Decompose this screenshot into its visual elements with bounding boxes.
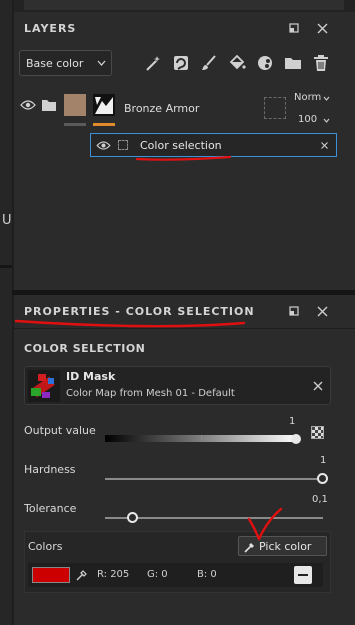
layer-mask-thumbnail — [93, 94, 115, 116]
header-separator — [14, 328, 355, 329]
paint-brush-icon[interactable] — [199, 53, 219, 73]
color-g-value: G: 0 — [147, 569, 168, 580]
color-entry-row: R: 205 G: 0 B: 0 — [28, 563, 323, 587]
minus-icon — [298, 574, 308, 576]
trash-icon[interactable] — [311, 53, 331, 73]
side-letter: U — [2, 213, 12, 228]
hardness-label: Hardness — [24, 463, 76, 476]
opacity-chevron-icon — [323, 118, 330, 123]
output-value-number: 1 — [289, 416, 296, 427]
undock-icon[interactable] — [287, 21, 301, 35]
blend-chevron-icon — [323, 96, 330, 101]
add-effect-icon[interactable] — [171, 53, 191, 73]
section-title: COLOR SELECTION — [24, 342, 146, 355]
chevron-down-icon — [97, 60, 106, 66]
smart-material-icon[interactable] — [255, 53, 275, 73]
output-gradient-tick — [201, 435, 202, 442]
color-r-value: R: 205 — [97, 569, 130, 580]
id-mask-thumbnail — [28, 370, 60, 402]
hardness-value: 1 — [320, 455, 327, 466]
top-strip-field — [24, 0, 344, 10]
blend-mode[interactable]: Norm — [294, 92, 321, 103]
close-panel-icon[interactable] — [315, 21, 329, 35]
fill-bucket-icon[interactable] — [227, 53, 247, 73]
color-b-value: B: 0 — [197, 569, 217, 580]
remove-color-button[interactable] — [294, 566, 312, 584]
layer-folder-icon — [42, 100, 56, 111]
folder-icon[interactable] — [283, 53, 303, 73]
left-divider — [0, 265, 12, 268]
channel-select-value: Base color — [26, 57, 84, 70]
mask-orange-bar — [93, 123, 115, 126]
hardness-slider-knob[interactable] — [317, 473, 328, 484]
properties-panel: PROPERTIES - COLOR SELECTION COLOR SELEC… — [14, 295, 355, 625]
magic-wand-icon[interactable] — [143, 53, 163, 73]
output-checker-icon[interactable] — [311, 426, 324, 439]
id-mask-resource[interactable]: ID Mask Color Map from Mesh 01 - Default — [24, 366, 331, 405]
effect-name: Color selection — [140, 139, 222, 152]
layers-title: LAYERS — [24, 22, 77, 35]
tolerance-slider-knob[interactable] — [127, 512, 138, 523]
effect-visibility-eye-icon[interactable] — [96, 141, 111, 150]
hardness-slider-track[interactable] — [105, 478, 323, 480]
effect-mask-slot — [118, 140, 128, 150]
layer-opacity[interactable]: 100 — [298, 114, 317, 125]
id-mask-title: ID Mask — [66, 370, 116, 383]
channel-select[interactable]: Base color — [19, 50, 112, 76]
output-value-label: Output value — [24, 424, 96, 437]
layers-panel: LAYERS Base color Bronze Armor Norm 100 … — [14, 0, 355, 290]
layer-color-thumbnail — [64, 94, 86, 116]
tolerance-label: Tolerance — [24, 502, 77, 515]
properties-close-icon[interactable] — [315, 304, 329, 318]
output-value-knob[interactable] — [291, 434, 301, 444]
properties-undock-icon[interactable] — [287, 304, 301, 318]
colors-label: Colors — [28, 540, 63, 553]
layer-name: Bronze Armor — [124, 102, 200, 115]
left-edge-column — [0, 0, 12, 625]
color-swatch[interactable] — [32, 567, 70, 583]
tolerance-value: 0,1 — [312, 494, 328, 505]
row-eyedropper-icon[interactable] — [75, 568, 89, 582]
layer-row[interactable]: Bronze Armor Norm 100 — [14, 88, 355, 128]
annotation-underline-effect — [135, 155, 232, 161]
visibility-eye-icon[interactable] — [20, 100, 36, 110]
layer-mask-slot[interactable] — [264, 97, 286, 119]
id-mask-subtitle: Color Map from Mesh 01 - Default — [66, 388, 235, 399]
id-mask-close-icon[interactable] — [313, 381, 323, 391]
layer-thumb-underline — [64, 123, 86, 126]
remove-effect-icon[interactable] — [321, 142, 328, 149]
annotation-checkmark — [247, 507, 283, 541]
